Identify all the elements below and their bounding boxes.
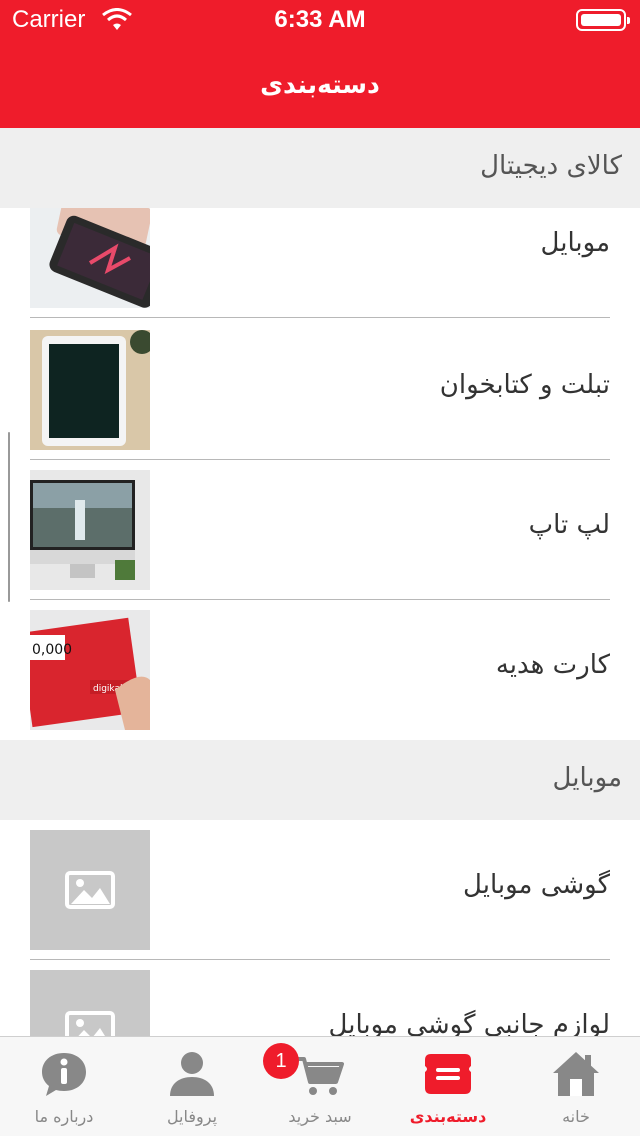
tablet-thumbnail	[30, 330, 150, 450]
app-header: Carrier 6:33 AM دسته‌بندی	[0, 0, 640, 128]
tab-category[interactable]: دسته‌بندی	[384, 1037, 512, 1136]
tab-home[interactable]: خانه	[512, 1037, 640, 1136]
list-item-label: موبایل	[540, 228, 610, 258]
info-icon	[42, 1053, 86, 1096]
mobile-thumbnail	[30, 208, 150, 308]
category-list[interactable]: کالای دیجیتال موبایل تبلت و کتابخوان لپ …	[0, 128, 640, 1036]
section-header-mobile: موبایل	[0, 740, 640, 820]
list-item-label: گوشی موبایل	[463, 870, 610, 900]
tab-label: دسته‌بندی	[409, 1107, 487, 1126]
list-item-tablet[interactable]: تبلت و کتابخوان	[0, 320, 640, 460]
gift-card-thumbnail: 0,000 digikala	[30, 610, 150, 730]
tab-about[interactable]: درباره ما	[0, 1037, 128, 1136]
category-icon	[425, 1054, 471, 1094]
tab-bar: درباره ما پروفایل سبد خرید دسته‌بندی	[0, 1036, 640, 1136]
divider	[30, 317, 610, 318]
list-item-label: لپ تاپ	[528, 510, 610, 540]
tab-label: پروفایل	[166, 1107, 218, 1126]
scrollbar[interactable]	[8, 432, 10, 602]
list-item-mobile[interactable]: موبایل	[0, 178, 640, 318]
user-icon	[170, 1052, 214, 1096]
list-item-laptop[interactable]: لپ تاپ	[0, 460, 640, 600]
image-placeholder-icon	[30, 970, 150, 1036]
list-item-label: تبلت و کتابخوان	[439, 370, 610, 400]
list-item-label: لوازم جانبی گوشی موبایل	[328, 1010, 610, 1036]
list-item-gift-card[interactable]: 0,000 digikala کارت هدیه	[0, 600, 640, 740]
image-placeholder-icon	[30, 830, 150, 950]
tab-label: سبد خرید	[288, 1107, 352, 1126]
laptop-thumbnail	[30, 470, 150, 590]
gift-card-amount: 0,000	[32, 642, 72, 658]
tab-label: درباره ما	[34, 1107, 94, 1126]
status-time: 6:33 AM	[274, 6, 366, 33]
battery-icon	[576, 9, 630, 31]
list-item-label: کارت هدیه	[495, 650, 610, 680]
list-item-phone-accessories[interactable]: لوازم جانبی گوشی موبایل	[0, 960, 640, 1036]
cart-badge: 1	[263, 1043, 299, 1079]
tab-label: خانه	[562, 1107, 590, 1126]
list-item-mobile-phones[interactable]: گوشی موبایل	[0, 820, 640, 960]
home-icon	[553, 1052, 599, 1096]
page-title: دسته‌بندی	[260, 70, 380, 99]
status-bar: Carrier 6:33 AM	[0, 0, 640, 40]
cart-icon	[297, 1057, 344, 1095]
tab-profile[interactable]: پروفایل	[128, 1037, 256, 1136]
